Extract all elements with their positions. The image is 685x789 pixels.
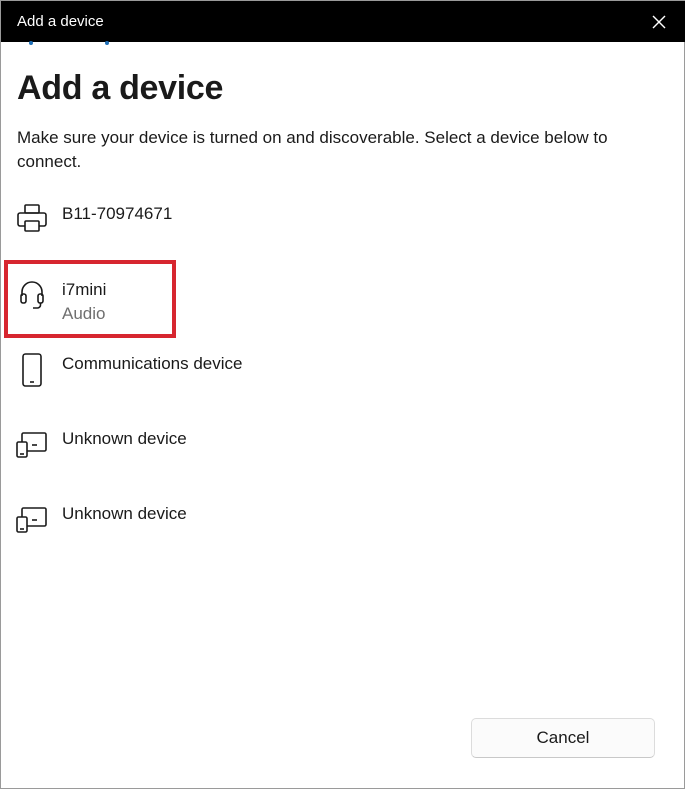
highlight-box bbox=[4, 260, 176, 338]
phone-icon bbox=[22, 353, 42, 387]
devices-icon bbox=[16, 507, 47, 533]
progress-dots bbox=[29, 41, 119, 47]
device-item-unknown-1[interactable]: Unknown device bbox=[5, 422, 645, 492]
device-item-unknown-2[interactable]: Unknown device bbox=[5, 497, 645, 567]
device-item-b11-70974671[interactable]: B11-70974671 bbox=[5, 197, 645, 267]
close-icon[interactable] bbox=[646, 9, 672, 35]
device-name: Unknown device bbox=[62, 504, 187, 523]
window-title: Add a device bbox=[17, 13, 104, 30]
instructions-text: Make sure your device is turned on and d… bbox=[17, 128, 608, 171]
device-name: Communications device bbox=[62, 354, 243, 373]
page-title: Add a device bbox=[17, 69, 224, 107]
devices-icon bbox=[16, 432, 47, 458]
title-bar: Add a device bbox=[1, 1, 685, 42]
device-item-communications[interactable]: Communications device bbox=[5, 347, 645, 417]
device-name: Unknown device bbox=[62, 429, 187, 448]
add-device-dialog: Add a device Add a device Make sure your… bbox=[0, 0, 685, 789]
cancel-button[interactable]: Cancel bbox=[471, 718, 655, 758]
printer-icon bbox=[17, 204, 47, 232]
device-name: B11-70974671 bbox=[62, 204, 173, 223]
